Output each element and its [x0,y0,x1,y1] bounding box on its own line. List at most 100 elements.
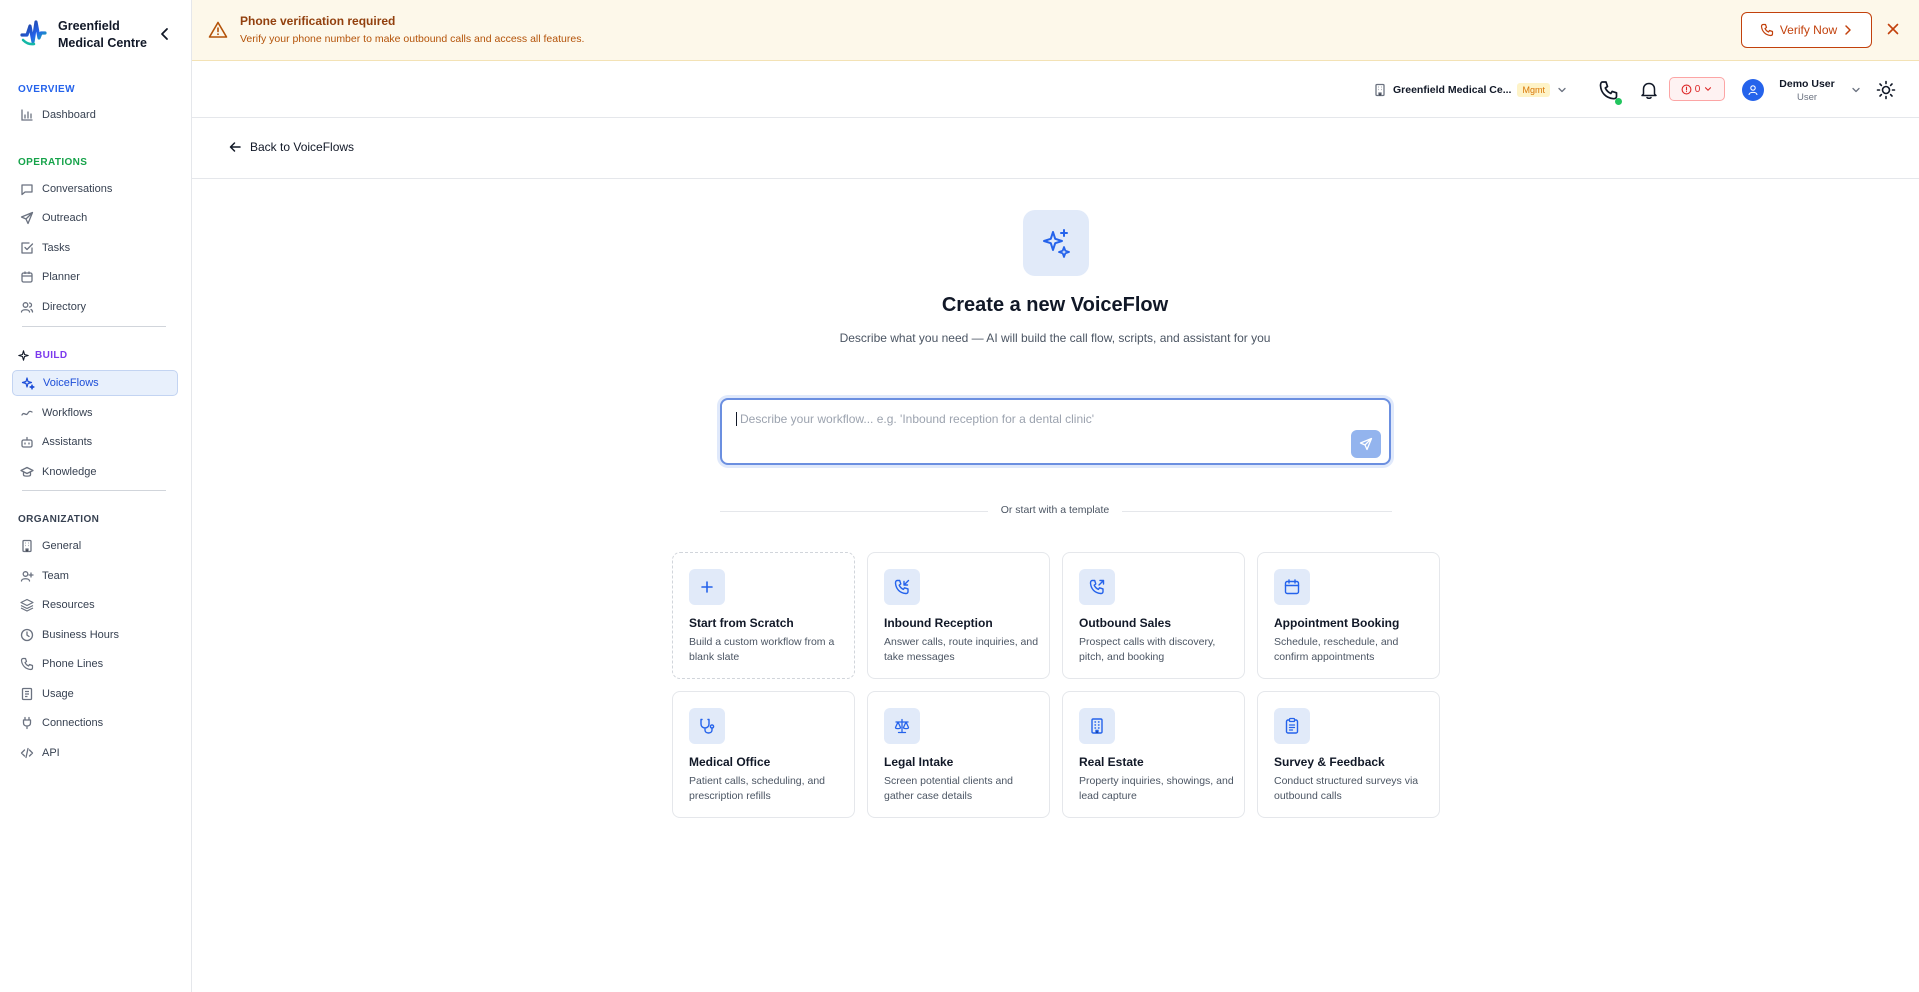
template-card-inbound-reception[interactable]: Inbound Reception Answer calls, route in… [867,552,1050,679]
section-build: BUILD [18,350,68,361]
sidebar-item-general[interactable]: General [12,533,178,559]
chevron-right-icon [1845,25,1851,35]
template-description: Prospect calls with discovery, pitch, an… [1079,636,1216,663]
template-title: Survey & Feedback [1274,755,1385,769]
alert-circle-icon [1681,84,1692,94]
check-square-icon [21,242,34,254]
online-status-dot [1615,98,1622,105]
sidebar-item-label: Assistants [42,436,93,448]
workflow-icon [21,410,33,416]
phone-outgoing-icon [1089,579,1105,595]
sidebar-item-label: Resources [42,599,95,611]
sidebar-item-phone-lines[interactable]: Phone Lines [12,651,178,677]
sidebar-item-workflows[interactable]: Workflows [12,400,178,426]
chevron-down-icon [1705,87,1712,91]
sidebar-item-team[interactable]: Team [12,563,178,589]
workflow-description-input[interactable] [736,412,1336,426]
user-name: Demo User [1779,77,1835,90]
template-separator-label: Or start with a template [1000,504,1110,516]
template-card-outbound-sales[interactable]: Outbound Sales Prospect calls with disco… [1062,552,1245,679]
sidebar-item-dashboard[interactable]: Dashboard [12,102,178,128]
template-title: Legal Intake [884,755,954,769]
verify-now-button[interactable]: Verify Now [1741,12,1872,48]
bell-icon[interactable] [1638,79,1660,101]
plug-icon [22,716,32,730]
sidebar-item-usage[interactable]: Usage [12,681,178,707]
separator-line-right [1122,511,1392,512]
alerts-dropdown[interactable]: 0 [1669,77,1725,101]
template-title: Outbound Sales [1079,616,1172,630]
sidebar-item-voiceflows[interactable]: VoiceFlows [12,370,178,396]
sidebar-item-api[interactable]: API [12,740,178,766]
sidebar-item-planner[interactable]: Planner [12,264,178,290]
template-description: Conduct structured surveys via outbound … [1274,775,1419,802]
sidebar-item-knowledge[interactable]: Knowledge [12,459,178,485]
send-icon [1359,437,1373,451]
sidebar-item-outreach[interactable]: Outreach [12,205,178,231]
sidebar-item-conversations[interactable]: Conversations [12,176,178,202]
template-card-real-estate[interactable]: Real Estate Property inquiries, showings… [1062,691,1245,818]
brand-logo-icon [20,20,47,46]
user-menu[interactable]: Demo User User [1742,74,1872,106]
sidebar-item-label: VoiceFlows [43,377,99,389]
sidebar-item-label: Phone Lines [42,658,104,670]
template-card-start-from-scratch[interactable]: Start from Scratch Build a custom workfl… [672,552,855,679]
phone-verification-banner: Phone verification required Verify your … [192,0,1919,61]
calendar-icon [21,271,33,283]
graduation-cap-icon [20,466,34,477]
organization-selector[interactable]: Greenfield Medical Ce... Mgmt [1373,77,1568,103]
calendar-icon [1284,579,1300,595]
back-to-voiceflows-link[interactable]: Back to VoiceFlows [228,140,354,154]
sidebar-item-connections[interactable]: Connections [12,710,178,736]
collapse-sidebar-icon[interactable] [158,26,172,42]
section-organization: ORGANIZATION [18,514,100,525]
template-card-survey-feedback[interactable]: Survey & Feedback Conduct structured sur… [1257,691,1440,818]
sidebar-item-resources[interactable]: Resources [12,592,178,618]
page-subtitle: Describe what you need — AI will build t… [839,331,1271,345]
section-overview: OVERVIEW [18,84,75,95]
section-build-label: BUILD [35,350,68,361]
template-card-appointment-booking[interactable]: Appointment Booking Schedule, reschedule… [1257,552,1440,679]
sidebar-item-label: Planner [42,271,80,283]
user-icon [1748,85,1758,96]
template-card-medical-office[interactable]: Medical Office Patient calls, scheduling… [672,691,855,818]
stethoscope-icon [700,718,715,734]
brand-name: Greenfield Medical Centre [58,19,147,50]
organization-name: Greenfield Medical Ce... [1393,84,1512,96]
template-description: Schedule, reschedule, and confirm appoin… [1274,636,1399,663]
sidebar-item-directory[interactable]: Directory [12,294,178,320]
sidebar-item-assistants[interactable]: Assistants [12,429,178,455]
sidebar-item-label: Business Hours [42,629,120,641]
clock-icon [20,628,34,642]
sidebar-item-tasks[interactable]: Tasks [12,235,178,261]
close-icon[interactable] [1886,22,1900,36]
layers-icon [20,598,34,612]
template-description: Screen potential clients and gather case… [884,775,1013,802]
warning-icon [208,21,228,38]
sidebar-item-label: Knowledge [42,466,97,478]
hero-sparkles-badge [1023,210,1089,276]
sidebar-item-label: Team [42,570,69,582]
user-role: User [1796,91,1818,103]
template-title: Real Estate [1079,755,1144,769]
send-button[interactable] [1351,430,1381,458]
sun-icon[interactable] [1875,79,1897,101]
page-title: Create a new VoiceFlow [941,294,1169,316]
chart-icon [21,109,33,121]
sidebar-item-label: Outreach [42,212,88,224]
chevron-down-icon [1558,87,1566,93]
sidebar-item-business-hours[interactable]: Business Hours [12,622,178,648]
building-icon [1091,718,1103,734]
sidebar-item-label: Conversations [42,183,113,195]
separator-line-left [720,511,988,512]
phone-icon [20,657,34,671]
scale-icon [894,718,910,734]
phone-incoming-icon [894,579,910,595]
sidebar-item-label: Usage [42,688,74,700]
template-title: Appointment Booking [1274,616,1400,630]
template-description: Patient calls, scheduling, and prescript… [689,775,826,802]
top-bar: Greenfield Medical Ce... Mgmt 0 Demo Use… [192,62,1919,118]
template-card-legal-intake[interactable]: Legal Intake Screen potential clients an… [867,691,1050,818]
alert-count: 0 [1694,83,1701,95]
verify-now-label: Verify Now [1779,23,1838,37]
